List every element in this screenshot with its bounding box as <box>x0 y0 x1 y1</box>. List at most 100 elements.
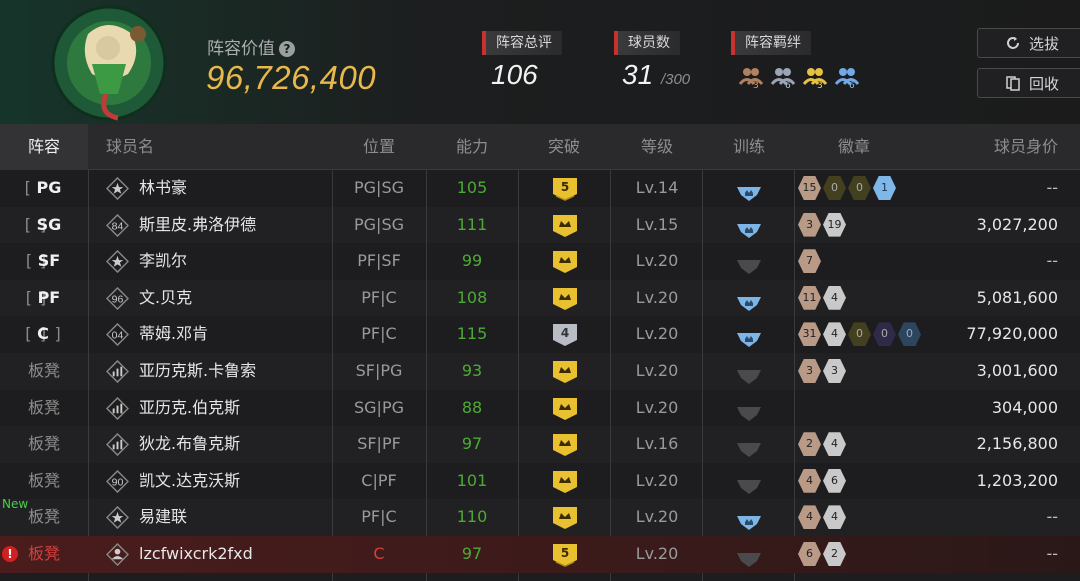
player-name[interactable]: 凯文.达克沃斯 <box>139 463 240 500</box>
table-row[interactable]: [ PG ] 林书豪 PG|SG 105 5 Lv.14 15 0 0 1 -- <box>0 170 1080 234</box>
select-button[interactable]: 选拔 <box>977 28 1080 58</box>
player-rating: 99 <box>461 251 483 271</box>
lineup-slot: [ SF ] <box>25 251 61 307</box>
table-row[interactable]: 板凳 New 易建联 PF|C 110 Lv.20 4 4 -- <box>0 497 1080 536</box>
select-button-label: 选拔 <box>1028 34 1059 53</box>
breakthrough-level: 5 <box>561 180 569 194</box>
player-name[interactable]: 亚历克.伯克斯 <box>139 390 240 427</box>
recycle-button[interactable]: 回收 <box>977 68 1080 98</box>
jersey-icon: 96 <box>105 286 130 310</box>
bond-icon-blue[interactable]: 6 <box>834 64 860 90</box>
badge-gold: 0 <box>848 176 871 200</box>
col-breakthrough[interactable]: 突破 <box>518 124 610 170</box>
lineup-slot: 板凳 <box>27 397 60 417</box>
player-level: Lv.20 <box>635 507 679 527</box>
player-level: Lv.20 <box>635 287 679 307</box>
table-row[interactable]: [ SF ] 李凯尔 PF|SF 99 Lv.20 7 -- <box>0 243 1080 307</box>
training-icon[interactable] <box>735 436 763 458</box>
player-position: PG|SG <box>354 178 404 197</box>
player-position: C <box>373 544 385 563</box>
training-icon[interactable] <box>735 400 763 421</box>
tab-lineup[interactable]: 阵容 <box>0 124 88 170</box>
badge-bronze: 4 <box>798 505 821 530</box>
training-icon[interactable] <box>735 509 763 531</box>
player-position: SF|PF <box>357 434 401 454</box>
table-row[interactable]: [ C ] 04 蒂姆.邓肯 PF|C 115 4 Lv.20 31 4 0 0 0 77,920,00… <box>0 316 1080 353</box>
player-name[interactable]: 斯里皮.弗洛伊德 <box>139 207 256 244</box>
training-icon[interactable] <box>735 180 763 201</box>
player-value: 1,203,200 <box>976 470 1058 490</box>
col-player-name[interactable]: 球员名 <box>106 124 154 170</box>
training-icon[interactable] <box>735 326 763 348</box>
badge-bronze: 4 <box>798 468 821 493</box>
player-name[interactable]: lzcfwixcrk2fxd <box>139 536 253 573</box>
bond-icons[interactable]: 3 6 3 6 <box>738 64 860 90</box>
star-icon <box>105 176 130 201</box>
badge-silver: 4 <box>823 505 846 530</box>
col-training[interactable]: 训练 <box>702 124 796 170</box>
training-icon[interactable] <box>735 290 763 311</box>
badge-bronze: 15 <box>798 176 821 200</box>
badge-bronze: 2 <box>798 432 821 457</box>
player-level: Lv.20 <box>635 361 679 380</box>
col-badges[interactable]: 徽章 <box>796 124 912 170</box>
col-level[interactable]: 等级 <box>612 124 702 170</box>
bond-icon-gold[interactable]: 3 <box>802 64 828 90</box>
player-level: Lv.20 <box>635 470 679 490</box>
player-level: Lv.14 <box>635 178 679 197</box>
badge-bronze: 6 <box>798 542 821 566</box>
player-name[interactable]: 狄龙.布鲁克斯 <box>139 426 240 463</box>
player-rating: 97 <box>461 544 483 563</box>
player-position: SG|PG <box>354 397 404 417</box>
col-position[interactable]: 位置 <box>332 124 426 170</box>
training-icon[interactable] <box>735 546 763 567</box>
bond-icon-silver[interactable]: 6 <box>770 64 796 90</box>
breakthrough-level: 4 <box>561 326 569 340</box>
player-count-label: 球员数 <box>614 31 680 55</box>
badge-bronze: 7 <box>798 249 821 274</box>
player-name[interactable]: 蒂姆.邓肯 <box>139 316 208 353</box>
table-row[interactable]: [ SG ] 84 斯里皮.弗洛伊德 PG|SG 111 Lv.15 3 19 3,027,20… <box>0 207 1080 271</box>
recycle-button-label: 回收 <box>1028 74 1059 93</box>
table-row[interactable]: 板凳 狄龙.布鲁克斯 SF|PF 97 Lv.16 2 4 2,156,800 <box>0 426 1080 463</box>
training-icon[interactable] <box>735 217 763 238</box>
player-name[interactable]: 易建联 <box>139 499 187 536</box>
player-name[interactable]: 亚历克斯.卡鲁索 <box>139 353 256 390</box>
badge-blue: 1 <box>873 176 896 200</box>
breakthrough-icon <box>548 505 582 531</box>
bond-label: 阵容羁绊 <box>731 31 811 55</box>
badge-list[interactable]: 62 <box>798 542 846 579</box>
badge-silver: 4 <box>823 432 846 457</box>
player-name[interactable]: 李凯尔 <box>139 243 187 280</box>
lineup-slot: [ SG ] <box>24 214 62 271</box>
player-position: SF|PG <box>355 361 403 380</box>
bars-icon <box>105 359 130 384</box>
player-count-value: 31 /300 <box>622 59 691 90</box>
table-row[interactable]: 板凳 90 凯文.达克沃斯 C|PF 101 Lv.20 4 6 1,203,200 <box>0 463 1080 500</box>
player-name[interactable]: 林书豪 <box>139 170 187 207</box>
player-name[interactable]: 文.贝克 <box>139 280 192 317</box>
player-value: -- <box>1046 251 1058 271</box>
col-rating[interactable]: 能力 <box>426 124 518 170</box>
help-icon[interactable]: ? <box>279 41 295 57</box>
badge-bronze: 11 <box>798 285 821 310</box>
player-value: -- <box>1046 178 1058 197</box>
player-value: 3,027,200 <box>976 214 1058 234</box>
badge-gold: 0 <box>823 176 846 200</box>
bond-icon-bronze[interactable]: 3 <box>738 64 764 90</box>
table-row[interactable]: 板凳! lzcfwixcrk2fxd C 97 5 Lv.20 6 2 -- <box>0 536 1080 573</box>
col-value[interactable]: 球员身价 <box>900 124 1058 170</box>
jersey-number: 04 <box>112 330 124 342</box>
table-row[interactable]: 板凳 亚历克斯.卡鲁索 SF|PG 93 Lv.20 3 3 3,001,600 <box>0 353 1080 390</box>
lineup-slot: [ PG ] <box>24 178 62 234</box>
table-row[interactable]: 板凳 亚历克.伯克斯 SG|PG 88 Lv.20 304,000 <box>0 390 1080 427</box>
player-rating: 115 <box>456 324 488 344</box>
table-row[interactable]: [ PF ] 96 文.贝克 PF|C 108 Lv.20 11 4 5,081,600 <box>0 280 1080 343</box>
alert-icon[interactable]: ! <box>2 546 18 562</box>
training-icon[interactable] <box>735 253 763 275</box>
jersey-number: 90 <box>112 476 124 488</box>
breakthrough-icon <box>548 286 582 312</box>
training-icon[interactable] <box>735 363 763 384</box>
lineup-slot: 板凳 <box>27 544 60 563</box>
training-icon[interactable] <box>735 473 763 494</box>
